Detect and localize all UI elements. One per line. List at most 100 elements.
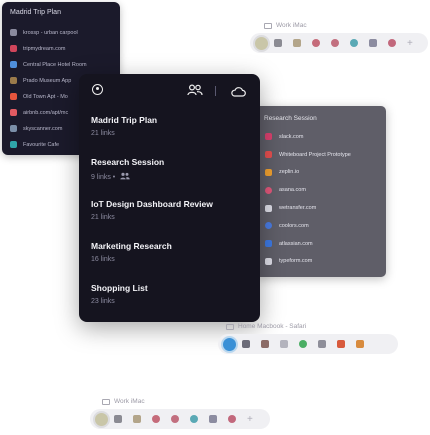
tab-icon[interactable]: [209, 415, 217, 423]
tab-row[interactable]: zeplin.io: [255, 164, 386, 182]
tab-icon[interactable]: [261, 340, 269, 348]
session-item[interactable]: Marketing Research 16 links: [79, 233, 260, 275]
device-work-imac-bottom: Work iMac +: [90, 398, 270, 429]
tab-row[interactable]: tripmydream.com: [2, 43, 120, 54]
session-name: Marketing Research: [91, 241, 172, 251]
session-count-text: 21 links: [91, 214, 115, 221]
session-name: Shopping List: [91, 283, 148, 293]
tab-icon[interactable]: [114, 415, 122, 423]
tab-label: krossp - urban carpool: [23, 29, 78, 36]
device-name: Work iMac: [114, 398, 145, 405]
shared-people-icon: [119, 172, 131, 182]
cloud-icon[interactable]: [231, 84, 246, 97]
session-count-text: 21 links: [91, 130, 115, 137]
tab-icon[interactable]: [369, 39, 377, 47]
tab-label: typeform.com: [279, 258, 313, 265]
tab-icon[interactable]: [274, 39, 282, 47]
device-tab-bar[interactable]: [218, 334, 398, 354]
active-tab-icon[interactable]: [93, 410, 110, 428]
tab-label: tripmydream.com: [23, 45, 66, 52]
tab-icon[interactable]: [242, 340, 250, 348]
session-count: 21 links: [91, 130, 260, 137]
session-name: Madrid Trip Plan: [91, 115, 158, 125]
popup-header: [79, 74, 260, 107]
zeplin-icon: [265, 168, 272, 176]
active-tab-icon[interactable]: [221, 335, 238, 353]
atlassian-icon: [265, 240, 272, 248]
device-home-macbook: Home Macbook - Safari: [218, 323, 398, 354]
tab-icon[interactable]: [388, 39, 396, 47]
research-session-card[interactable]: Research Session slack.com Whiteboard Pr…: [255, 106, 386, 277]
wetransfer-icon: [265, 204, 272, 212]
tab-row[interactable]: Whiteboard Project Prototype: [255, 146, 386, 164]
tab-label: atlassian.com: [279, 240, 313, 247]
device-tab-bar[interactable]: +: [250, 33, 428, 53]
tab-icon[interactable]: [312, 39, 320, 47]
tab-row[interactable]: coolors.com: [255, 217, 386, 235]
header-divider: [215, 86, 216, 96]
device-label: Home Macbook - Safari: [218, 323, 398, 330]
device-tab-bar[interactable]: +: [90, 409, 270, 429]
tab-label: Old Town Apt - Mo: [23, 93, 68, 100]
device-name: Work iMac: [276, 22, 307, 29]
device-work-imac: Work iMac +: [250, 22, 428, 53]
mini-session-title: Madrid Trip Plan: [10, 9, 61, 16]
tab-icon[interactable]: [228, 415, 236, 423]
favicon-icon: [265, 151, 272, 159]
device-label: Work iMac: [90, 398, 270, 405]
people-icon[interactable]: [187, 84, 203, 96]
tab-row[interactable]: Central Place Hotel Room: [2, 59, 120, 70]
tab-row[interactable]: slack.com: [255, 128, 386, 146]
session-item[interactable]: Shopping List 23 links: [79, 275, 260, 317]
cloud-glyph: [231, 87, 246, 97]
user-icon[interactable]: [92, 84, 103, 95]
tab-icon[interactable]: [318, 340, 326, 348]
monitor-icon: [102, 398, 110, 405]
session-count-text: 9 links •: [91, 173, 116, 181]
tab-label: slack.com: [279, 133, 304, 140]
tab-label: skyscanner.com: [23, 125, 63, 132]
tab-icon[interactable]: [331, 39, 339, 47]
tab-icon[interactable]: [280, 340, 288, 348]
favicon-icon: [10, 45, 17, 52]
tab-label: Whiteboard Project Prototype: [279, 151, 351, 158]
tab-icon[interactable]: [133, 415, 141, 423]
tab-icon[interactable]: [299, 340, 307, 348]
tab-row[interactable]: asana.com: [255, 181, 386, 199]
tab-icon[interactable]: [350, 39, 358, 47]
tab-icon[interactable]: [152, 415, 160, 423]
session-item[interactable]: Research Session 9 links •: [79, 149, 260, 191]
device-label: Work iMac: [250, 22, 428, 29]
tab-label: Prado Museum App: [23, 77, 72, 84]
tab-icon[interactable]: [293, 39, 301, 47]
laptop-icon: [226, 323, 234, 330]
session-item[interactable]: Madrid Trip Plan 21 links: [79, 107, 260, 149]
tab-label: wetransfer.com: [279, 205, 317, 212]
tab-row[interactable]: typeform.com: [255, 253, 386, 271]
session-count: 16 links: [91, 256, 260, 263]
session-name: IoT Design Dashboard Review: [91, 199, 213, 209]
session-count: 23 links: [91, 298, 260, 305]
add-tab-icon[interactable]: +: [247, 414, 253, 425]
tab-icon[interactable]: [337, 340, 345, 348]
tab-icon[interactable]: [190, 415, 198, 423]
add-tab-icon[interactable]: +: [407, 38, 413, 49]
tab-row[interactable]: atlassian.com: [255, 235, 386, 253]
tab-row[interactable]: krossp - urban carpool: [2, 27, 120, 38]
tab-icon[interactable]: [171, 415, 179, 423]
session-item[interactable]: IoT Design Dashboard Review 21 links: [79, 191, 260, 233]
session-count: 9 links •: [91, 172, 260, 182]
tab-label: asana.com: [279, 187, 306, 194]
tab-label: zeplin.io: [279, 169, 300, 176]
tab-row[interactable]: wetransfer.com: [255, 199, 386, 217]
tab-label: coolors.com: [279, 222, 309, 229]
typeform-icon: [265, 257, 272, 265]
favicon-icon: [10, 77, 17, 84]
tab-icon[interactable]: [356, 340, 364, 348]
active-tab-icon[interactable]: [253, 34, 270, 52]
research-session-title: Research Session: [264, 115, 317, 122]
session-name: Research Session: [91, 157, 165, 167]
favicon-icon: [10, 141, 17, 148]
favicon-icon: [10, 29, 17, 36]
session-count-text: 16 links: [91, 256, 115, 263]
